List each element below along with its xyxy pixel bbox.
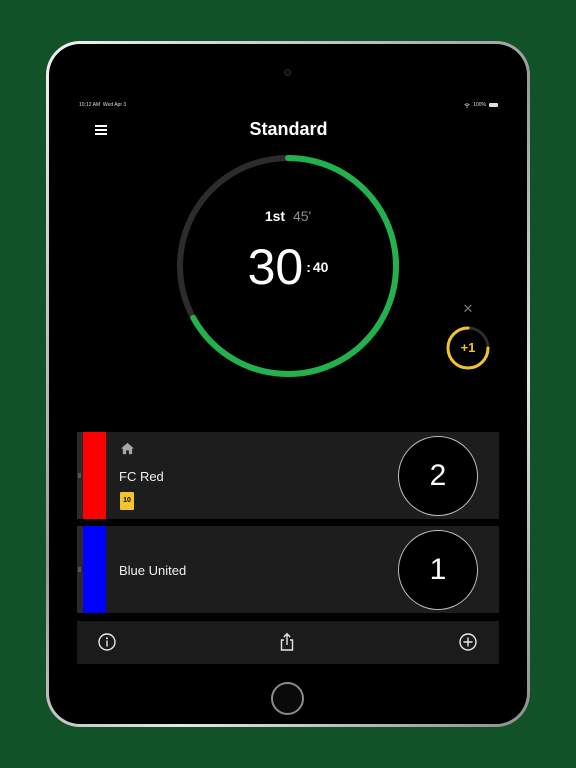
team-color-strip: [83, 526, 106, 613]
team-row-away[interactable]: Blue United 1: [77, 526, 499, 613]
share-icon[interactable]: [277, 632, 297, 652]
home-button[interactable]: [271, 682, 304, 715]
close-icon[interactable]: ✕: [462, 302, 474, 315]
team-row-home[interactable]: FC Red 10 2: [77, 432, 499, 519]
add-icon[interactable]: [458, 632, 478, 652]
score-button[interactable]: 1: [398, 530, 478, 610]
wifi-icon: [464, 102, 470, 108]
period-label: 1st: [264, 208, 286, 224]
page-title: Standard: [249, 119, 328, 139]
status-time: 10:12 AM: [79, 102, 101, 108]
clock-separator: :: [306, 259, 311, 275]
camera: [284, 69, 291, 76]
score-button[interactable]: 2: [398, 436, 478, 516]
team-name[interactable]: Blue United: [119, 563, 186, 578]
match-timer[interactable]: 1st 45' 30:40: [172, 150, 404, 382]
battery-percent: 100%: [473, 102, 486, 108]
clock-seconds: 40: [312, 259, 329, 275]
period-row: 1st 45': [172, 208, 404, 224]
clock-minutes: 30: [247, 239, 304, 295]
app-screen: 10:12 AM Wed Apr 3 100% Standard 1st 45'…: [75, 95, 502, 668]
status-time-date: 10:12 AM Wed Apr 3: [79, 102, 126, 108]
period-length: 45': [292, 208, 312, 224]
drag-handle[interactable]: [78, 567, 81, 572]
team-color-strip: [83, 432, 106, 519]
added-time-label: +1: [460, 340, 476, 355]
status-right: 100%: [464, 102, 498, 108]
status-bar: 10:12 AM Wed Apr 3 100%: [79, 102, 498, 110]
status-date: Wed Apr 3: [102, 102, 127, 108]
drag-handle[interactable]: [78, 473, 81, 478]
bottom-toolbar: [77, 621, 499, 664]
info-icon[interactable]: [97, 632, 117, 652]
yellow-card-badge[interactable]: 10: [120, 492, 134, 510]
added-time-button[interactable]: +1: [445, 325, 491, 371]
clock-display: 30:40: [172, 238, 404, 296]
home-icon: [121, 442, 134, 455]
team-name[interactable]: FC Red: [119, 469, 164, 484]
battery-icon: [489, 103, 498, 107]
